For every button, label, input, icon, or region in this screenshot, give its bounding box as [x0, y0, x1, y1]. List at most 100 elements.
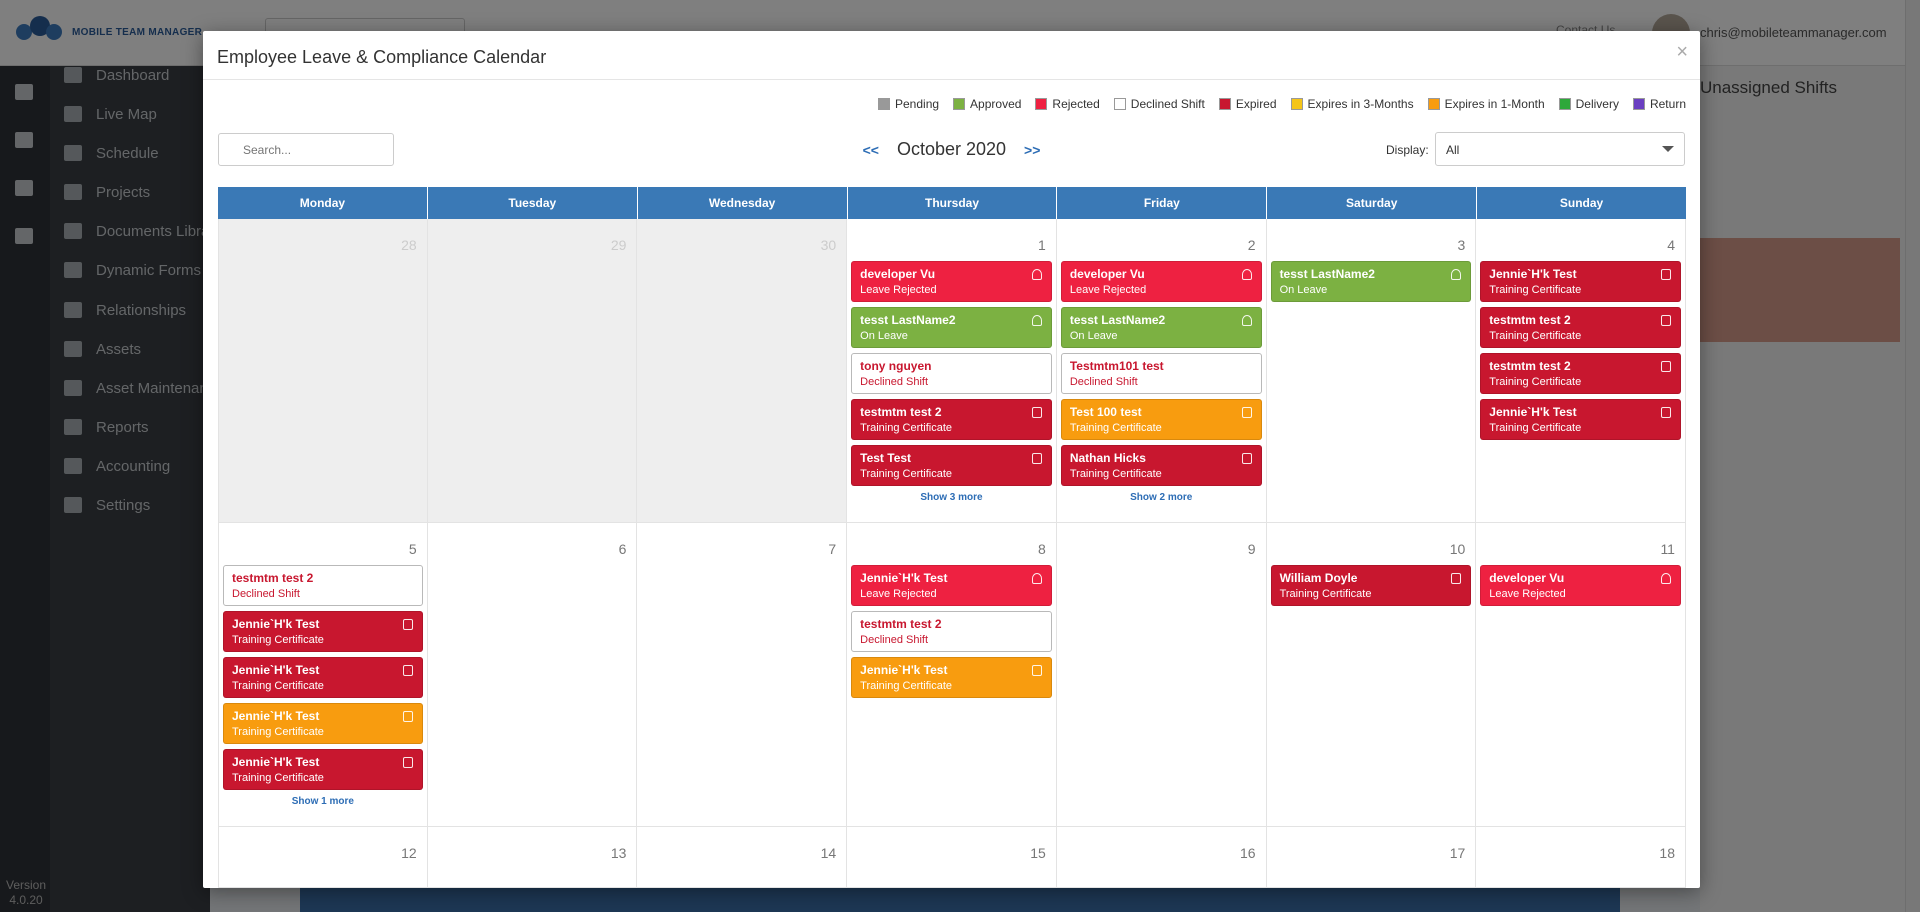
calendar-day[interactable]: 11 developer Vu Leave Rejected [1476, 523, 1686, 826]
calendar-day[interactable]: 16 [1057, 827, 1267, 887]
event-name: tesst LastName2 [1069, 313, 1166, 327]
calendar-event[interactable]: Jennie`H'k Test Training Certificate [851, 657, 1052, 698]
day-number: 2 [1247, 237, 1256, 253]
person-icon [1031, 269, 1042, 280]
weekday-header-cell: Wednesday [637, 187, 847, 219]
calendar-event[interactable]: Testmtm101 test Declined Shift [1060, 353, 1262, 394]
calendar-event[interactable]: tony nguyen Declined Shift [851, 353, 1052, 394]
day-number: 13 [610, 845, 627, 861]
calendar-event[interactable]: testmtm test 2 Training Certificate [851, 399, 1052, 440]
calendar-day[interactable]: 6 [428, 523, 638, 826]
legend-item: Rejected [1035, 97, 1100, 111]
prev-month-button[interactable]: << [863, 142, 879, 158]
day-number: 3 [1457, 237, 1466, 253]
event-type: Training Certificate [232, 726, 324, 738]
calendar-day[interactable]: 12 [218, 827, 428, 887]
calendar-event[interactable]: testmtm test 2 Declined Shift [851, 611, 1052, 652]
calendar-day[interactable]: 29 [427, 219, 638, 522]
legend-swatch [878, 98, 890, 110]
calendar-day[interactable]: 7 [637, 523, 848, 826]
legend-label: Return [1649, 97, 1686, 111]
calendar-event[interactable]: tesst LastName2 On Leave [851, 307, 1052, 348]
day-number: 17 [1449, 845, 1466, 861]
calendar-event[interactable]: tesst LastName2 On Leave [1270, 261, 1472, 302]
calendar-event[interactable]: testmtm test 2 Training Certificate [1480, 307, 1681, 348]
calendar-event[interactable]: Nathan Hicks Training Certificate [1060, 445, 1262, 486]
document-icon [1241, 453, 1252, 464]
calendar-day[interactable]: 9 [1057, 523, 1267, 826]
calendar-day[interactable]: 1 developer Vu Leave Rejected tesst LastNam… [847, 219, 1057, 522]
calendar-event[interactable]: Test 100 test Training Certificate [1060, 399, 1262, 440]
calendar-event[interactable]: Jennie`H'k Test Training Certificate [1480, 261, 1681, 302]
calendar-day[interactable]: 17 [1267, 827, 1477, 887]
display-label: Display: [1386, 143, 1429, 157]
modal-title: Employee Leave & Compliance Calendar [217, 47, 547, 67]
calendar-event[interactable]: Jennie`H'k Test Training Certificate [223, 611, 423, 652]
calendar-event[interactable]: Jennie`H'k Test Training Certificate [223, 657, 423, 698]
show-more-link[interactable]: Show 1 more [223, 795, 423, 815]
next-month-button[interactable]: >> [1024, 142, 1040, 158]
leave-calendar-modal: Employee Leave & Compliance Calendar × P… [203, 31, 1700, 888]
event-name: Jennie`H'k Test [232, 663, 320, 677]
event-name: Jennie`H'k Test [232, 617, 320, 631]
event-name: testmtm test 2 [860, 405, 942, 419]
show-more-link[interactable]: Show 3 more [851, 491, 1052, 511]
calendar-day[interactable]: 5 testmtm test 2 Declined Shift Jennie`H'k … [218, 523, 428, 826]
calendar-day[interactable]: 8 Jennie`H'k Test Leave Rejected testmtm te… [847, 523, 1057, 826]
event-name: Jennie`H'k Test [232, 709, 320, 723]
calendar-grid: Monday Tuesday Wednesday Thursday Friday Satu… [218, 187, 1686, 888]
weekday-header-cell: Monday [218, 187, 427, 219]
calendar-event[interactable]: testmtm test 2 Training Certificate [1480, 353, 1681, 394]
calendar-event[interactable]: tesst LastName2 On Leave [1060, 307, 1262, 348]
day-number: 16 [1239, 845, 1256, 861]
event-type: On Leave [860, 330, 908, 342]
calendar-day[interactable]: 4 Jennie`H'k Test Training Certificate test… [1476, 219, 1686, 522]
calendar-event[interactable]: William Doyle Training Certificate [1270, 565, 1472, 606]
event-type: Leave Rejected [860, 588, 937, 600]
legend-label: Expired [1235, 97, 1277, 111]
event-name: William Doyle [1279, 571, 1358, 585]
calendar-event[interactable]: Jennie`H'k Test Training Certificate [223, 749, 423, 790]
calendar-day[interactable]: 14 [637, 827, 848, 887]
calendar-event[interactable]: Jennie`H'k Test Training Certificate [1480, 399, 1681, 440]
event-type: Training Certificate [1489, 376, 1582, 388]
document-icon [1660, 361, 1671, 372]
calendar-day[interactable]: 18 [1476, 827, 1686, 887]
display-select[interactable]: All [1435, 132, 1685, 166]
legend-swatch [1427, 98, 1440, 110]
calendar-day[interactable]: 2 developer Vu Leave Rejected tesst LastNam… [1057, 219, 1267, 522]
person-icon [1451, 269, 1462, 280]
calendar-day[interactable]: 13 [428, 827, 638, 887]
calendar-event[interactable]: developer Vu Leave Rejected [851, 261, 1052, 302]
event-name: Nathan Hicks [1069, 451, 1146, 465]
calendar-event[interactable]: developer Vu Leave Rejected [1480, 565, 1681, 606]
person-icon [1241, 315, 1252, 326]
calendar-event[interactable]: Test Test Training Certificate [851, 445, 1052, 486]
document-icon [1451, 573, 1462, 584]
day-number: 1 [1038, 237, 1046, 253]
document-icon [1660, 315, 1671, 326]
event-type: Training Certificate [1069, 468, 1162, 480]
person-icon [1031, 573, 1042, 584]
close-icon[interactable]: × [1676, 41, 1688, 64]
weekday-header-cell: Sunday [1477, 187, 1686, 219]
calendar-day[interactable]: 30 [637, 219, 848, 522]
calendar-event[interactable]: Jennie`H'k Test Training Certificate [223, 703, 423, 744]
calendar-day[interactable]: 10 William Doyle Training Certificate [1267, 523, 1477, 826]
calendar-day[interactable]: 3 tesst LastName2 On Leave [1267, 219, 1477, 522]
event-type: Training Certificate [232, 772, 324, 784]
legend-item: Expires in 1-Month [1427, 97, 1545, 111]
divider [203, 79, 1700, 80]
day-number: 4 [1667, 237, 1675, 253]
calendar-day[interactable]: 15 [847, 827, 1057, 887]
document-icon [1660, 269, 1671, 280]
legend-label: Pending [895, 97, 940, 111]
calendar-day[interactable]: 28 [218, 219, 428, 522]
calendar-event[interactable]: Jennie`H'k Test Leave Rejected [851, 565, 1052, 606]
show-more-link[interactable]: Show 2 more [1061, 491, 1262, 511]
calendar-event[interactable]: testmtm test 2 Declined Shift [223, 565, 423, 606]
calendar-event[interactable]: developer Vu Leave Rejected [1060, 261, 1262, 302]
event-name: tesst LastName2 [1279, 267, 1375, 281]
person-icon [1031, 315, 1042, 326]
legend-swatch [1035, 98, 1048, 110]
